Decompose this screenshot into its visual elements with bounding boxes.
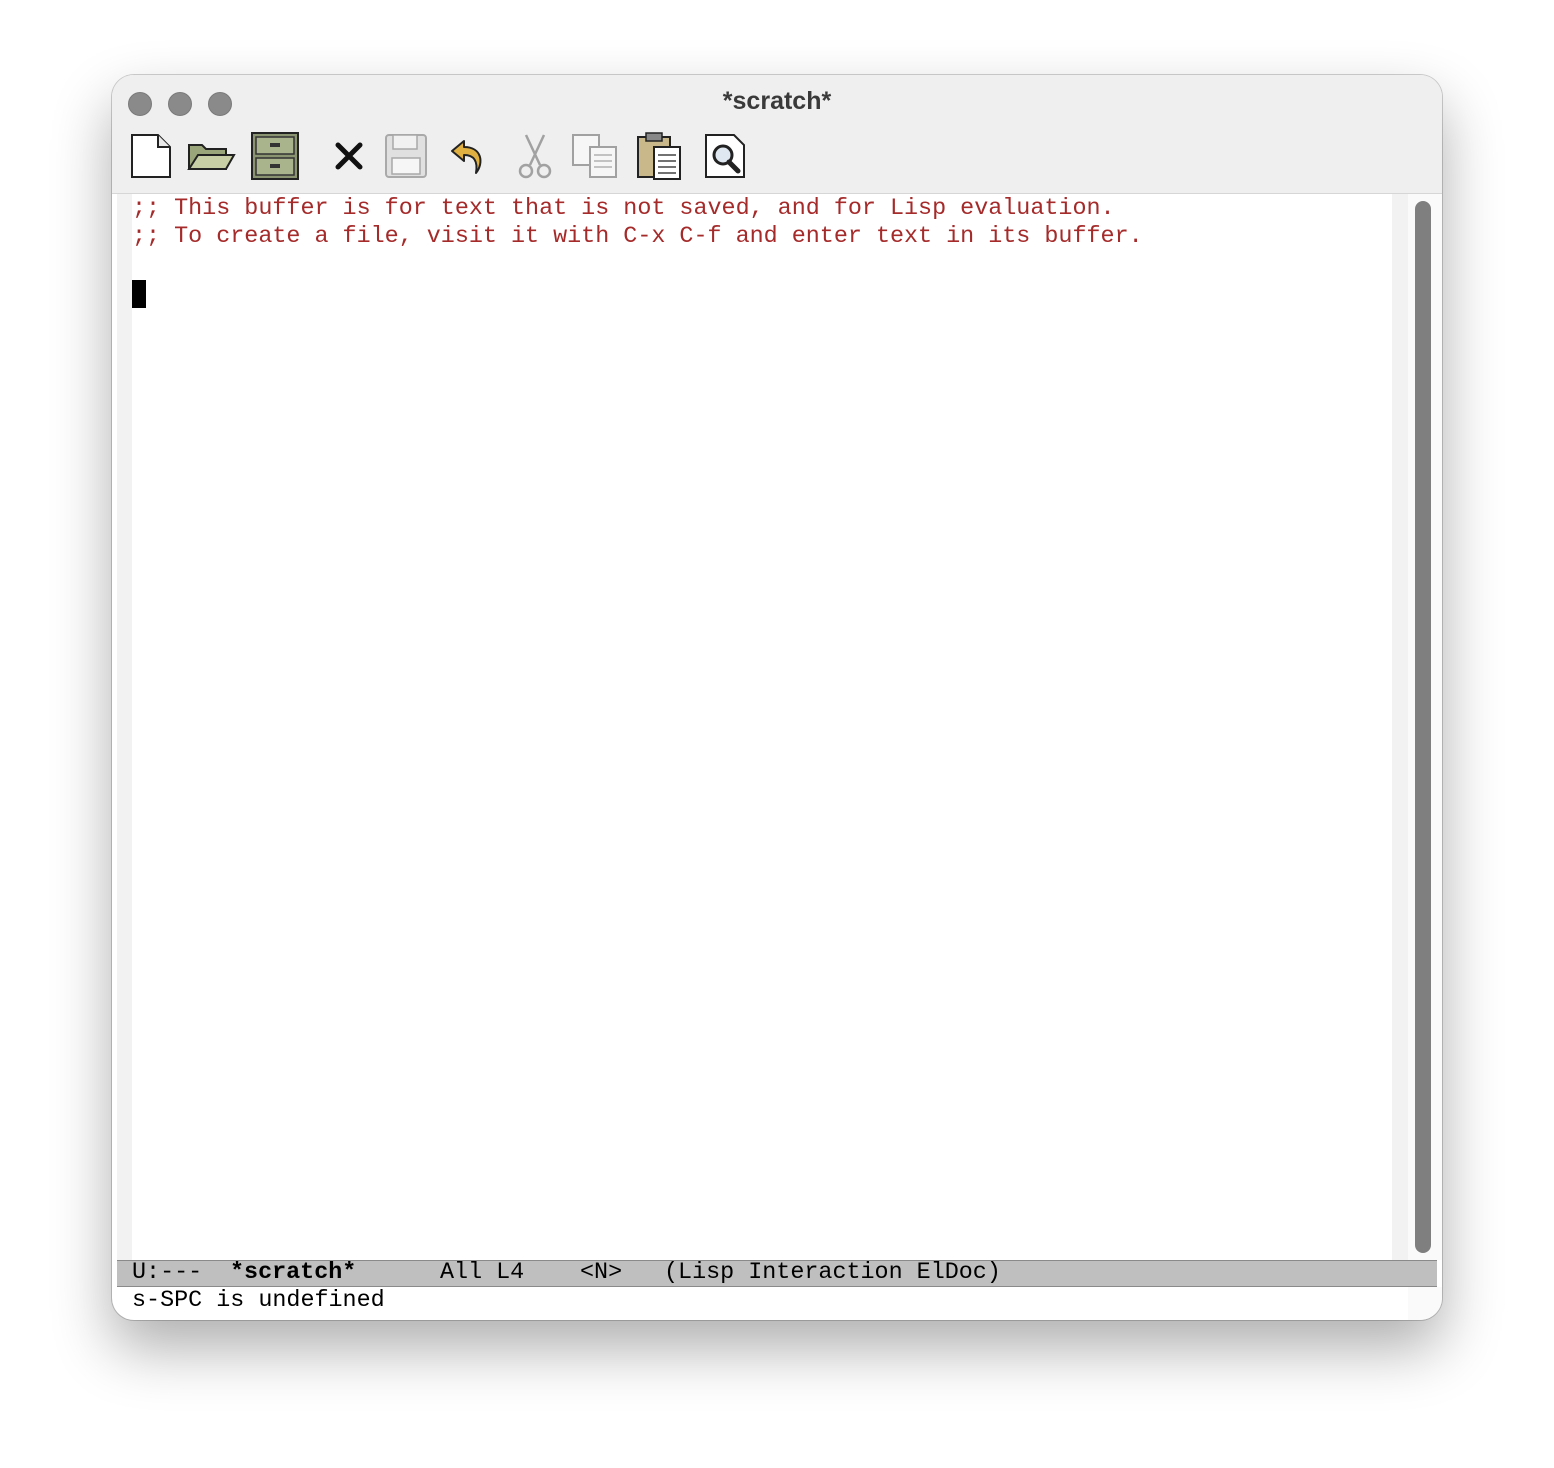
title-bar: *scratch* [112, 75, 1442, 194]
undo-button[interactable] [444, 131, 494, 181]
open-file-button[interactable] [186, 131, 236, 181]
left-fringe [117, 194, 132, 1260]
undo-icon [451, 140, 482, 174]
new-file-icon [131, 134, 171, 178]
cut-button[interactable] [510, 131, 560, 181]
modeline-modes[interactable]: (Lisp Interaction ElDoc) [664, 1259, 1001, 1287]
kill-buffer-button[interactable] [324, 131, 374, 181]
save-button[interactable] [380, 131, 430, 181]
modeline-position: All L4 [440, 1260, 525, 1286]
window-title: *scratch* [722, 87, 832, 115]
mode-line: U:--- *scratch* All L4 <N> (Lisp Interac… [117, 1260, 1437, 1287]
right-fringe [1392, 194, 1408, 1260]
modeline-status: U:--- [132, 1260, 203, 1286]
cut-icon [518, 134, 552, 179]
buffer-line-2: ;; To create a file, visit it with C-x C… [132, 224, 1143, 250]
scrollbar-thumb[interactable] [1415, 201, 1431, 1253]
paste-button[interactable] [634, 131, 684, 181]
search-icon [705, 134, 745, 178]
close-icon [335, 142, 363, 170]
copy-icon [572, 134, 617, 178]
search-button[interactable] [700, 131, 750, 181]
modeline-state: <N> [580, 1260, 623, 1286]
paste-icon [637, 132, 681, 180]
dired-cabinet-icon [251, 132, 299, 180]
echo-area-scroll-space [1408, 1287, 1442, 1320]
save-icon [385, 134, 427, 178]
emacs-window: *scratch* ;; This buffer is for text tha… [112, 75, 1442, 1320]
dired-button[interactable] [250, 131, 300, 181]
buffer-text-area[interactable] [132, 194, 1392, 1260]
echo-area: s-SPC is undefined [132, 1288, 385, 1314]
modeline-buffer-name[interactable]: *scratch* [230, 1259, 356, 1287]
copy-button[interactable] [570, 131, 620, 181]
buffer-line-1: ;; This buffer is for text that is not s… [132, 196, 1115, 222]
open-folder-icon [187, 144, 236, 170]
new-file-button[interactable] [126, 131, 176, 181]
text-cursor [132, 280, 146, 308]
